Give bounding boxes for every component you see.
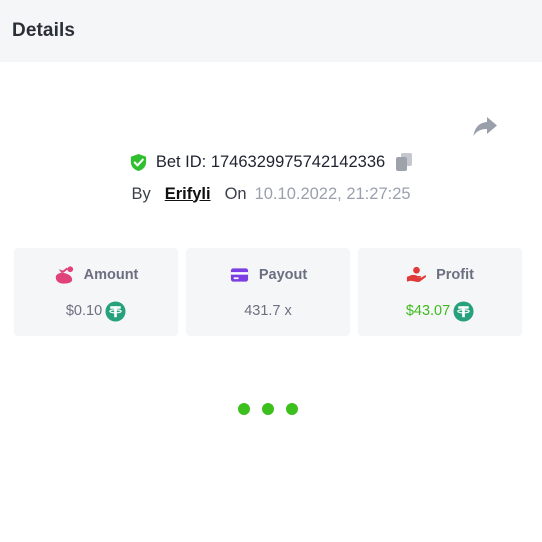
username-link[interactable]: Erifyli [165, 185, 211, 204]
verified-shield-icon [130, 153, 146, 171]
loading-indicator [238, 403, 298, 415]
bet-id-row: Bet ID: 1746329975742142336 [0, 150, 542, 174]
tether-icon [105, 300, 126, 322]
tether-icon [453, 300, 474, 322]
share-button[interactable] [472, 114, 498, 138]
payout-value-row: 431.7 x [244, 300, 292, 322]
bet-author-row: By Erifyli On 10.10.2022, 21:27:25 [0, 182, 542, 206]
profit-header: Profit [406, 265, 474, 285]
payout-header: Payout [229, 265, 307, 285]
payout-value: 431.7 x [244, 303, 292, 319]
amount-value-row: $0.10 [66, 300, 126, 322]
page-title: Details [12, 20, 76, 41]
profit-card: Profit $43.07 [358, 248, 522, 336]
by-label: By [131, 184, 151, 203]
copy-icon [396, 153, 413, 171]
details-header: Details [0, 0, 542, 62]
profit-label: Profit [436, 267, 474, 283]
bet-datetime: 10.10.2022, 21:27:25 [254, 184, 411, 203]
share-icon [473, 117, 497, 136]
credit-card-icon [230, 268, 248, 282]
loading-dot [238, 403, 250, 415]
payout-label: Payout [258, 267, 308, 283]
on-label: On [224, 184, 247, 203]
money-bag-icon [55, 266, 73, 284]
profit-value-row: $43.07 [406, 300, 474, 322]
profit-value: $43.07 [405, 303, 451, 319]
loading-dot [262, 403, 274, 415]
copy-button[interactable] [395, 152, 413, 172]
amount-label: Amount [83, 267, 139, 283]
amount-card: Amount $0.10 [14, 248, 178, 336]
hand-money-icon [407, 266, 427, 282]
amount-value: $0.10 [65, 303, 103, 319]
bet-stats: Amount $0.10 Payout 431.7 x Profit $43.0… [14, 248, 522, 336]
bet-id-text: Bet ID: 1746329975742142336 [155, 152, 386, 171]
loading-dot [286, 403, 298, 415]
amount-header: Amount [54, 265, 139, 285]
payout-card: Payout 431.7 x [186, 248, 350, 336]
